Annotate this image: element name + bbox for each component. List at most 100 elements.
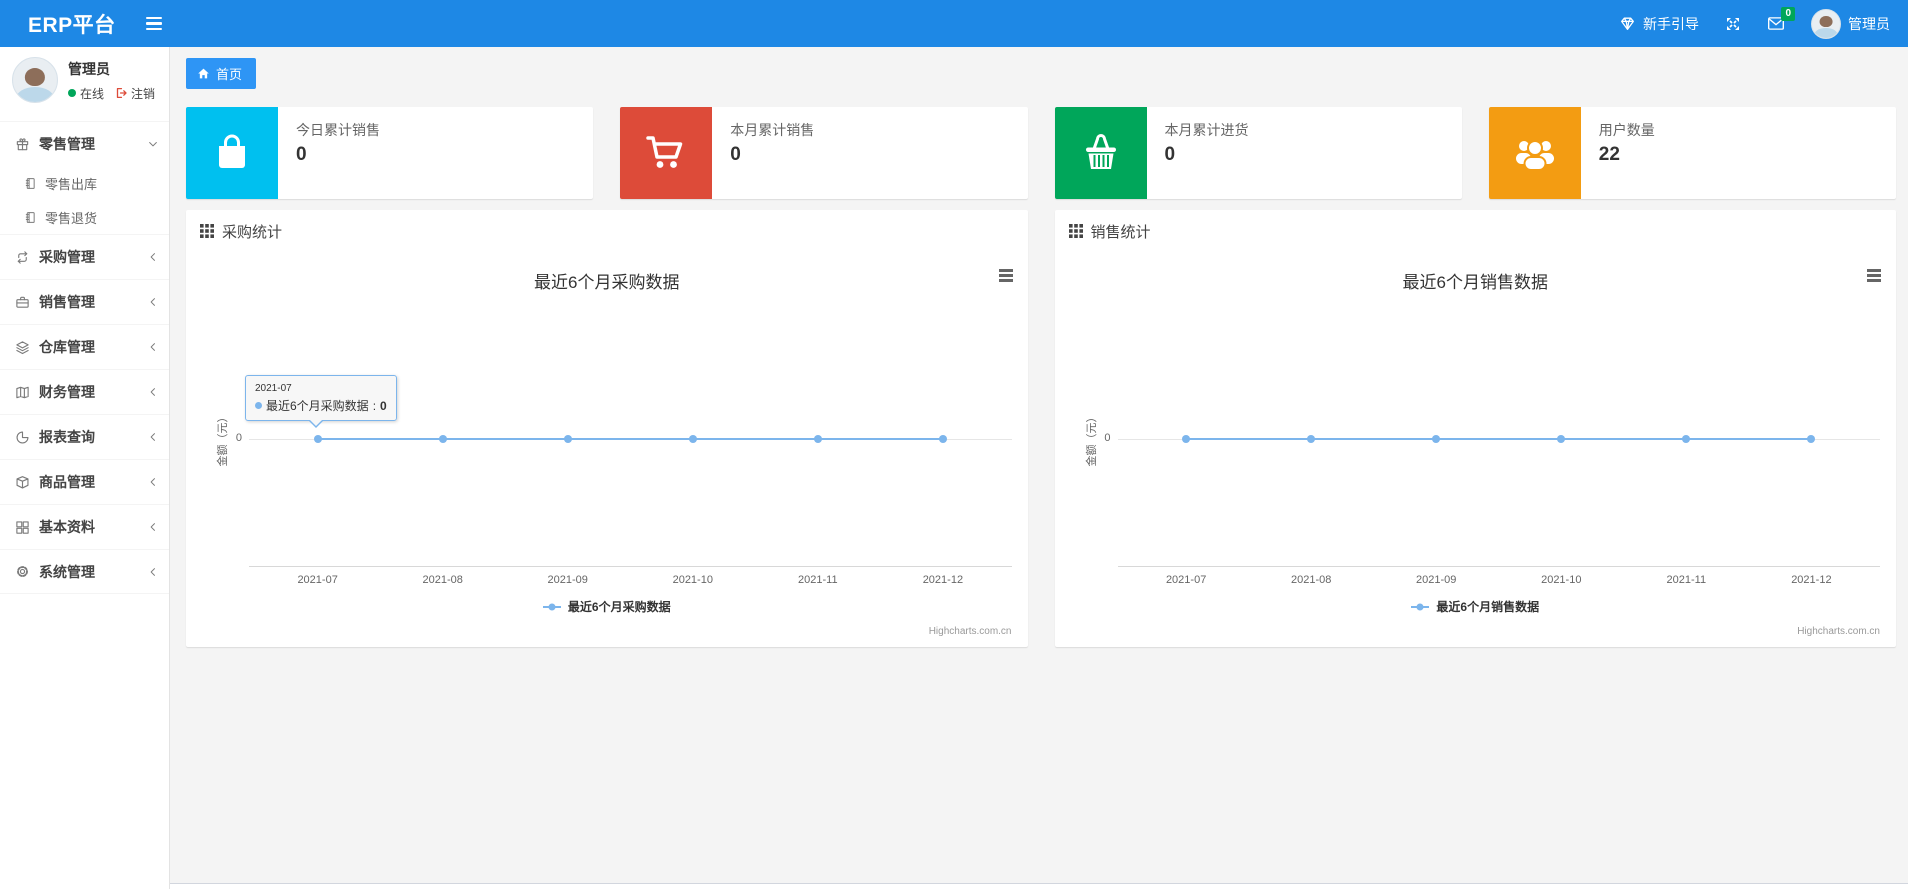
- grid-icon: [16, 520, 29, 534]
- purchase-chart: 最近6个月采购数据 金额（元） 0 2021-07 2021-08 2021-0…: [186, 252, 1028, 647]
- sidebar-item-basic-data[interactable]: 基本资料: [0, 504, 169, 549]
- data-point: [813, 435, 822, 443]
- journal-icon: [25, 177, 35, 189]
- chevron-left-icon: [147, 296, 159, 308]
- chart-credits: Highcharts.com.cn: [928, 626, 1012, 637]
- chevron-left-icon: [147, 476, 159, 488]
- grid-3x3-icon: [200, 224, 214, 238]
- main-content: 首页 今日累计销售 0 本月累计销售 0 本月累计进货 0 用户数量 22 采购…: [170, 47, 1908, 889]
- package-icon: [16, 475, 29, 488]
- legend-marker-icon: [542, 603, 561, 611]
- sidebar-item-retail-outbound[interactable]: 零售出库: [0, 166, 169, 200]
- messages-badge: 0: [1781, 7, 1795, 21]
- series-marker-icon: [255, 402, 262, 409]
- map-icon: [16, 386, 29, 398]
- data-point: [1307, 435, 1316, 443]
- layers-icon: [16, 340, 29, 354]
- legend-marker-icon: [1411, 603, 1430, 611]
- user-menu[interactable]: 管理员: [1811, 8, 1890, 39]
- fullscreen-button[interactable]: [1725, 16, 1741, 32]
- shopping-bag-icon: [186, 107, 278, 199]
- x-axis-label: 2021-07: [297, 574, 338, 586]
- x-axis-line: [249, 566, 1012, 567]
- x-axis-label: 2021-09: [547, 574, 588, 586]
- online-status-label: 在线: [80, 86, 105, 101]
- sign-out-icon: [116, 87, 127, 99]
- legend-item[interactable]: 最近6个月销售数据: [1055, 598, 1897, 615]
- gift-icon: [16, 137, 29, 150]
- gear-icon: [17, 566, 28, 577]
- sidebar-item-warehouse[interactable]: 仓库管理: [0, 324, 169, 369]
- sidebar-user-panel: 管理员 在线 注销: [0, 47, 169, 115]
- x-axis-label: 2021-12: [922, 574, 964, 586]
- page-footer: [170, 883, 1908, 889]
- app-brand: ERP平台: [28, 13, 116, 37]
- shopping-cart-icon: [620, 107, 713, 199]
- grid-3x3-icon: [1068, 224, 1083, 238]
- stat-card-month-purchases: 本月累计进货 0: [1054, 107, 1462, 199]
- x-axis-label: 2021-08: [422, 574, 463, 586]
- diamond-icon: [1619, 15, 1636, 32]
- data-point: [313, 435, 322, 443]
- data-point: [438, 435, 447, 443]
- chevron-left-icon: [147, 341, 159, 353]
- data-point: [688, 435, 697, 443]
- sales-stats-panel: 销售统计 最近6个月销售数据 金额（元） 0 2021-07 2021-08 2…: [1054, 210, 1897, 647]
- journal-icon: [25, 211, 35, 223]
- sidebar-item-finance[interactable]: 财务管理: [0, 369, 169, 414]
- home-icon: [198, 68, 209, 79]
- x-axis-label: 2021-12: [1791, 574, 1832, 586]
- avatar: [12, 57, 58, 103]
- chevron-left-icon: [147, 386, 159, 398]
- guide-button[interactable]: 新手引导: [1619, 14, 1699, 34]
- data-point: [938, 435, 947, 443]
- sidebar: 管理员 在线 注销 零售管理 零售出库 零售退货 采购管理 销售管理 仓库管理 …: [0, 47, 170, 889]
- data-point: [1807, 435, 1816, 443]
- chevron-down-icon: [147, 138, 159, 150]
- sidebar-item-purchase[interactable]: 采购管理: [0, 234, 169, 279]
- messages-button[interactable]: 0: [1767, 7, 1795, 31]
- stat-card-month-sales: 本月累计销售 0: [620, 107, 1028, 199]
- x-axis-label: 2021-07: [1165, 574, 1207, 586]
- chevron-left-icon: [147, 431, 159, 443]
- data-point: [1182, 435, 1191, 443]
- sidebar-item-reports[interactable]: 报表查询: [0, 414, 169, 459]
- sidebar-item-system[interactable]: 系统管理: [0, 549, 169, 594]
- legend-item[interactable]: 最近6个月采购数据: [186, 598, 1028, 615]
- breadcrumb-home-tab[interactable]: 首页: [186, 58, 257, 89]
- users-icon: [1488, 107, 1581, 199]
- sidebar-toggle-button[interactable]: [145, 16, 162, 31]
- sidebar-item-goods[interactable]: 商品管理: [0, 459, 169, 504]
- data-point: [1557, 435, 1566, 443]
- sidebar-menu: 零售管理 零售出库 零售退货 采购管理 销售管理 仓库管理 财务管理 报表查询 …: [0, 121, 169, 594]
- sales-chart: 最近6个月销售数据 金额（元） 0 2021-07 2021-08 2021-0…: [1055, 252, 1897, 647]
- logout-button[interactable]: 注销: [114, 85, 155, 102]
- chevron-left-icon: [147, 251, 159, 263]
- x-axis-label: 2021-11: [1666, 574, 1707, 586]
- series-line: [1186, 438, 1812, 440]
- sidebar-item-retail[interactable]: 零售管理: [0, 121, 169, 166]
- chevron-left-icon: [147, 566, 159, 578]
- x-axis-label: 2021-10: [672, 574, 713, 586]
- sidebar-item-sales[interactable]: 销售管理: [0, 279, 169, 324]
- tooltip-arrow: [308, 419, 324, 428]
- y-axis-tick: 0: [1104, 432, 1111, 444]
- x-axis-label: 2021-10: [1541, 574, 1582, 586]
- panel-title: 销售统计: [1090, 223, 1151, 241]
- chevron-left-icon: [147, 521, 159, 533]
- data-point: [1682, 435, 1691, 443]
- sidebar-item-retail-return[interactable]: 零售退货: [0, 200, 169, 234]
- chart-tooltip: 2021-07 最近6个月采购数据: 0: [245, 375, 397, 428]
- pie-chart-icon: [16, 431, 29, 443]
- stat-card-user-count: 用户数量 22: [1488, 107, 1896, 199]
- panel-title: 采购统计: [222, 223, 283, 241]
- briefcase-icon: [16, 296, 29, 308]
- x-axis-label: 2021-09: [1416, 574, 1457, 586]
- data-point: [563, 435, 572, 443]
- purchase-stats-panel: 采购统计 最近6个月采购数据 金额（元） 0 2021-07 2021-08 2…: [186, 210, 1028, 647]
- x-axis-line: [1117, 566, 1880, 567]
- online-status-dot: [68, 89, 76, 97]
- repeat-icon: [17, 250, 28, 264]
- shopping-basket-icon: [1054, 107, 1147, 199]
- y-axis-tick: 0: [235, 432, 242, 444]
